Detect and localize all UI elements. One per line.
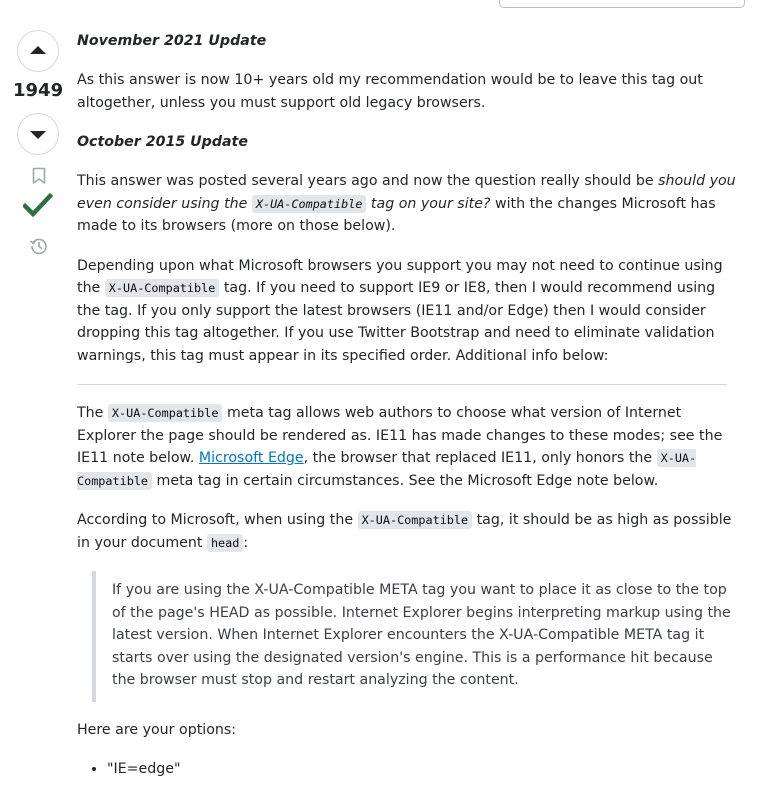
inline-code: X-UA-Compatible <box>251 194 367 213</box>
history-icon[interactable] <box>29 236 49 256</box>
paragraph: The X-UA-Compatible meta tag allows web … <box>77 404 723 490</box>
paragraph: This answer was posted several years ago… <box>77 173 736 234</box>
downvote-button[interactable] <box>17 113 59 155</box>
answer-body: November 2021 Update As this answer is n… <box>77 30 737 781</box>
inline-code: X-UA-Compatible <box>107 404 223 422</box>
options-list: "IE=edge" <box>77 758 737 781</box>
inline-code: head <box>206 533 244 552</box>
paragraph: As this answer is now 10+ years old my r… <box>77 72 703 111</box>
inline-code: X-UA-Compatible <box>104 279 220 297</box>
top-input-box[interactable] <box>499 0 745 8</box>
microsoft-edge-link[interactable]: Microsoft Edge <box>199 450 304 466</box>
triangle-down-icon <box>30 131 46 139</box>
update-heading-2015: October 2015 Update <box>77 134 248 150</box>
paragraph: Depending upon what Microsoft browsers y… <box>77 257 723 364</box>
divider <box>77 384 727 385</box>
bookmark-icon[interactable] <box>32 167 46 185</box>
checkmark-icon <box>23 193 53 217</box>
blockquote: If you are using the X-UA-Compatible MET… <box>92 571 732 702</box>
vote-count: 1949 <box>13 80 64 101</box>
paragraph: According to Microsoft, when using the X… <box>77 511 732 552</box>
inline-code: X-UA-Compatible <box>357 511 473 529</box>
list-item: "IE=edge" <box>107 758 737 781</box>
paragraph: Here are your options: <box>77 721 237 738</box>
update-heading-2021: November 2021 Update <box>77 33 267 49</box>
triangle-up-icon <box>30 46 46 54</box>
upvote-button[interactable] <box>17 30 59 72</box>
